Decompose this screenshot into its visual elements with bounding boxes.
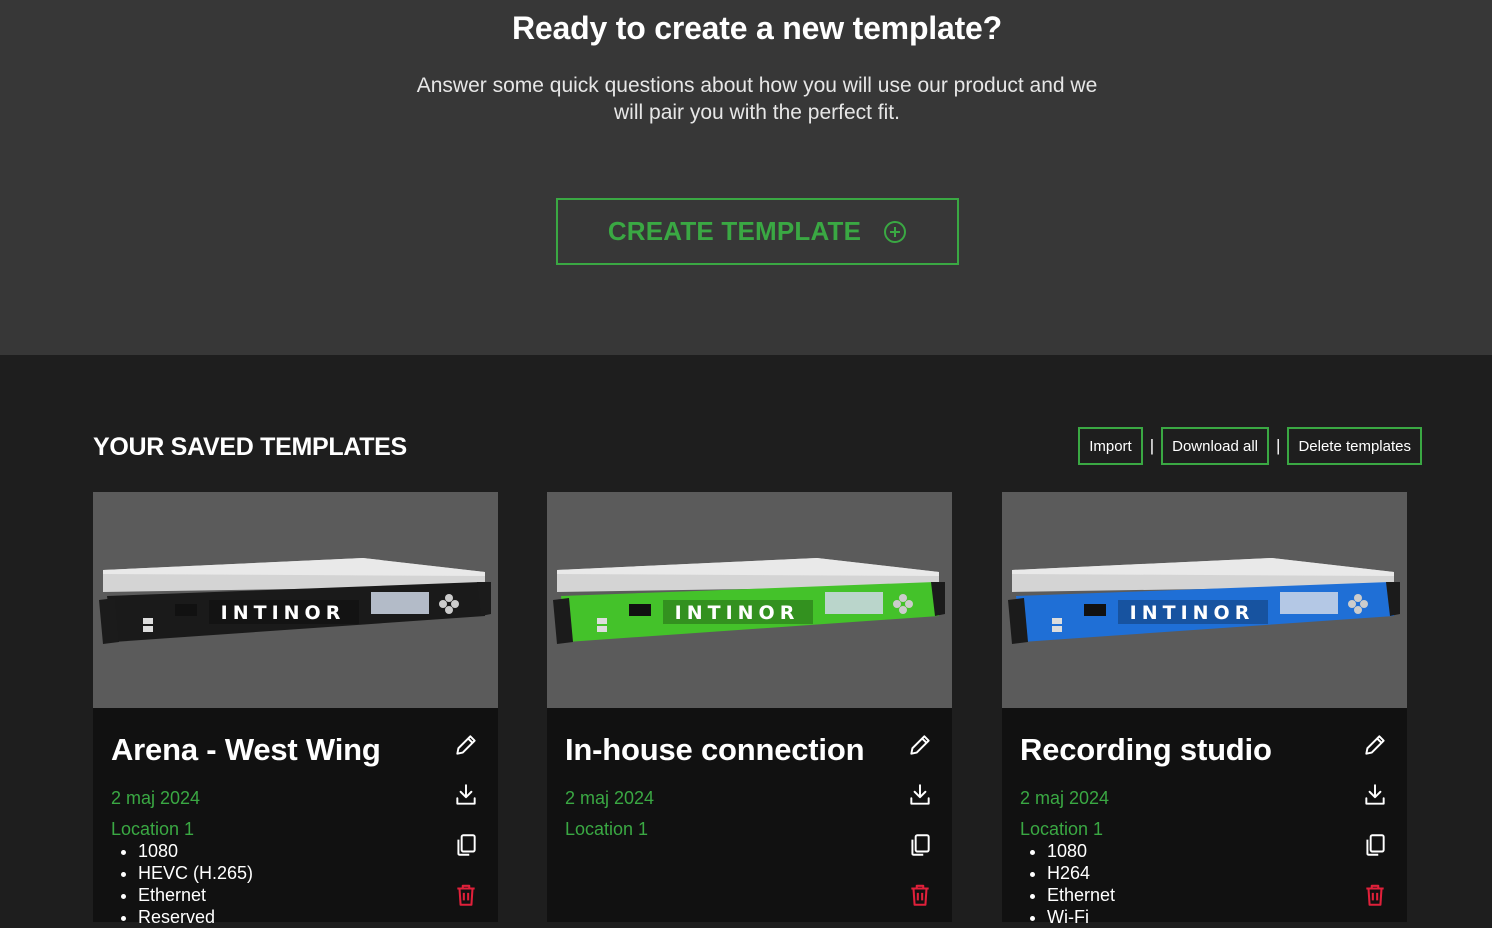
hero-section: Ready to create a new template? Answer s… bbox=[0, 0, 1492, 355]
hero-subtitle-line-1: Answer some quick questions about how yo… bbox=[416, 74, 1098, 97]
card-title: Recording studio bbox=[1020, 732, 1272, 767]
list-item: 1080 bbox=[1047, 840, 1115, 862]
copy-icon[interactable] bbox=[453, 832, 479, 858]
trash-icon[interactable] bbox=[1362, 882, 1388, 908]
feature-list: 1080 HEVC (H.265) Ethernet Reserved bbox=[111, 840, 253, 928]
feature-list: 1080 H264 Ethernet Wi-Fi bbox=[1020, 840, 1115, 928]
card-date: 2 maj 2024 bbox=[565, 788, 655, 808]
action-separator: | bbox=[1276, 436, 1281, 455]
list-item: HEVC (H.265) bbox=[138, 862, 253, 884]
list-item: H264 bbox=[1047, 862, 1115, 884]
list-item: Wi-Fi bbox=[1047, 906, 1115, 928]
download-icon[interactable] bbox=[907, 782, 933, 808]
device-image: INTINOR bbox=[93, 492, 498, 708]
trash-icon[interactable] bbox=[453, 882, 479, 908]
list-item: 1080 bbox=[138, 840, 253, 862]
card-title: In-house connection bbox=[565, 732, 865, 767]
pencil-icon[interactable] bbox=[1362, 732, 1388, 758]
saved-templates-title: YOUR SAVED TEMPLATES bbox=[93, 433, 407, 461]
action-separator: | bbox=[1149, 436, 1155, 455]
hero-title: Ready to create a new template? bbox=[512, 10, 1002, 46]
svg-text:INTINOR: INTINOR bbox=[675, 602, 800, 624]
trash-icon[interactable] bbox=[907, 882, 933, 908]
device-image: INTINOR bbox=[547, 492, 952, 708]
template-card[interactable]: INTINOR Recording studio 2 maj 2024 Loca… bbox=[1002, 492, 1407, 927]
hero-subtitle: Answer some quick questions about how yo… bbox=[400, 72, 1114, 126]
create-template-label: CREATE TEMPLATE bbox=[607, 216, 862, 246]
pencil-icon[interactable] bbox=[907, 732, 933, 758]
create-template-button[interactable]: CREATE TEMPLATE bbox=[556, 198, 959, 265]
download-icon[interactable] bbox=[453, 782, 479, 808]
device-image: INTINOR bbox=[1002, 492, 1407, 708]
list-item: Reserved bbox=[138, 906, 253, 928]
svg-text:INTINOR: INTINOR bbox=[221, 602, 346, 624]
pencil-icon[interactable] bbox=[453, 732, 479, 758]
plus-circle-icon bbox=[883, 220, 907, 244]
template-actions: Import | Download all | Delete templates bbox=[1078, 427, 1422, 465]
delete-templates-button[interactable]: Delete templates bbox=[1287, 427, 1422, 465]
card-date: 2 maj 2024 bbox=[111, 788, 201, 808]
download-icon[interactable] bbox=[1362, 782, 1388, 808]
copy-icon[interactable] bbox=[907, 832, 933, 858]
card-date: 2 maj 2024 bbox=[1020, 788, 1110, 808]
import-button[interactable]: Import bbox=[1078, 427, 1143, 465]
hero-subtitle-line-2: will pair you with the perfect fit. bbox=[614, 101, 900, 124]
list-item: Ethernet bbox=[1047, 884, 1115, 906]
card-location: Location 1 bbox=[111, 819, 195, 839]
download-all-button[interactable]: Download all bbox=[1161, 427, 1270, 465]
template-card[interactable]: INTINOR Arena - West Wing 2 maj 2024 Loc… bbox=[93, 492, 498, 927]
list-item: Ethernet bbox=[138, 884, 253, 906]
card-location: Location 1 bbox=[565, 819, 649, 839]
card-location: Location 1 bbox=[1020, 819, 1104, 839]
copy-icon[interactable] bbox=[1362, 832, 1388, 858]
template-card[interactable]: INTINOR In-house connection 2 maj 2024 L… bbox=[547, 492, 952, 922]
card-title: Arena - West Wing bbox=[111, 732, 381, 767]
svg-text:INTINOR: INTINOR bbox=[1130, 602, 1255, 624]
